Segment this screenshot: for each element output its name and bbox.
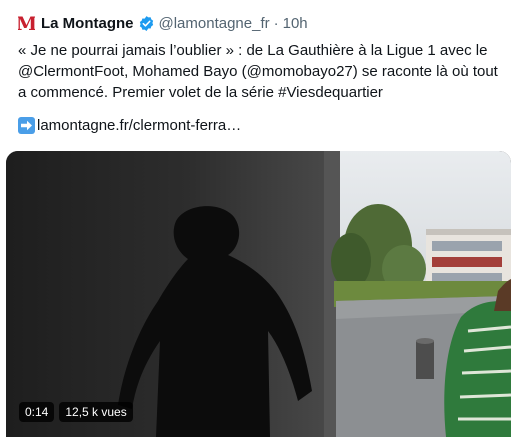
verified-badge-icon: [138, 15, 155, 32]
author-name[interactable]: La Montagne: [41, 15, 134, 32]
tweet-text-line: « Je ne pourrai jamais l’oublier » : de …: [18, 42, 488, 59]
separator-dot: ·: [273, 14, 279, 32]
video-player[interactable]: [6, 151, 511, 437]
tweet-header: M La Montagne @lamontagne_fr · 10h: [18, 12, 308, 34]
tweet-text: « Je ne pourrai jamais l’oublier » : de …: [18, 40, 498, 103]
la-montagne-logo-icon[interactable]: M: [18, 13, 35, 33]
article-link-line[interactable]: lamontagne.fr/clermont-ferra…: [18, 115, 241, 136]
timestamp[interactable]: 10h: [283, 15, 308, 32]
article-link[interactable]: lamontagne.fr/clermont-ferra…: [37, 115, 241, 136]
tweet-text-line: @ClermontFoot, Mohamed Bayo (@momobayo27…: [18, 63, 498, 80]
tweet-text-line: a commencé. Premier volet de la série #V…: [18, 84, 383, 101]
video-badges: 0:14 12,5 k vues: [19, 402, 133, 422]
view-count-badge: 12,5 k vues: [59, 402, 133, 422]
author-handle[interactable]: @lamontagne_fr: [159, 15, 270, 32]
logo-letter: M: [18, 13, 35, 33]
arrow-right-icon: [18, 117, 35, 134]
video-frame: [6, 151, 511, 437]
tweet[interactable]: M La Montagne @lamontagne_fr · 10h « Je …: [0, 0, 512, 437]
video-duration-badge: 0:14: [19, 402, 55, 422]
